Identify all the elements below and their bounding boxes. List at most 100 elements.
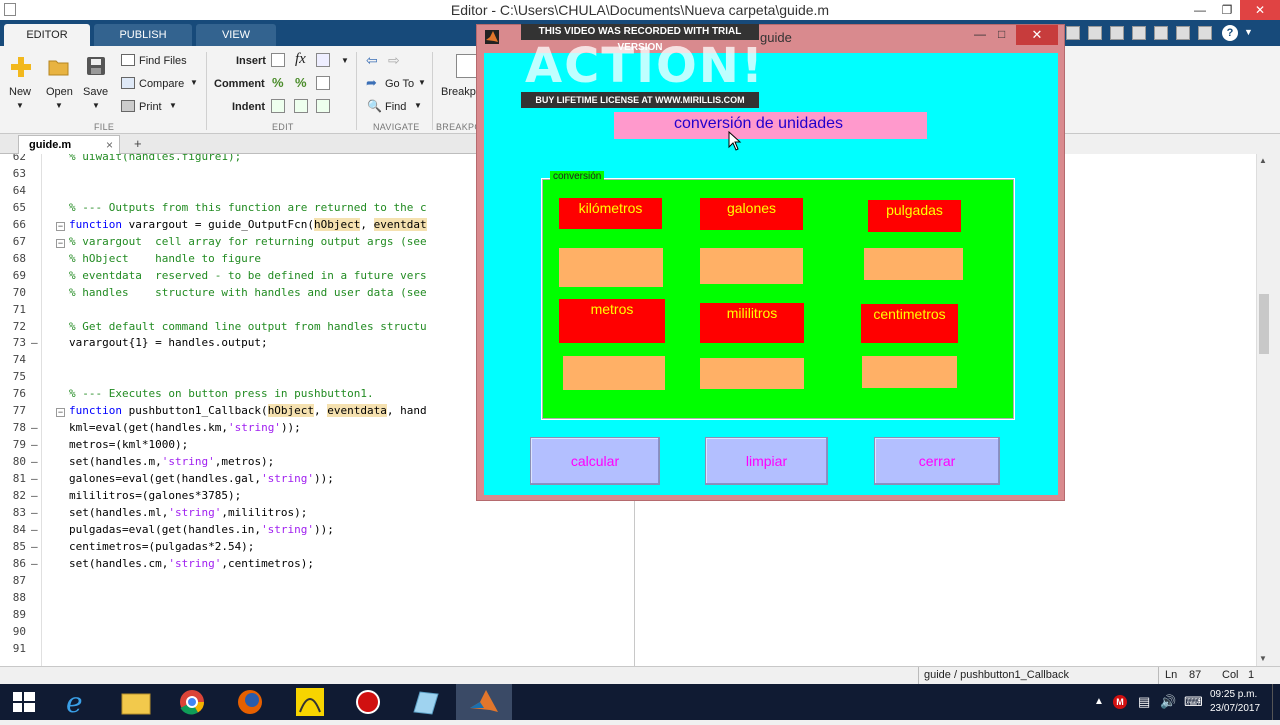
goto-button[interactable]: Go To <box>385 78 414 90</box>
internet-explorer-icon[interactable]: e <box>52 684 108 720</box>
code-line[interactable]: varargout{1} = handles.output; <box>69 336 268 349</box>
editor-vertical-scrollbar[interactable]: ▲ ▼ <box>1256 154 1270 666</box>
output-cm[interactable] <box>862 356 957 388</box>
breakpoint-marker[interactable]: — <box>31 438 38 451</box>
breakpoint-marker[interactable]: — <box>31 472 38 485</box>
close-button[interactable]: ✕ <box>1240 0 1280 20</box>
scrollbar-thumb[interactable] <box>1259 294 1269 354</box>
keyboard-icon[interactable]: ⌨ <box>1184 694 1203 710</box>
compare-dropdown-icon[interactable]: ▼ <box>190 78 198 87</box>
code-line[interactable]: set(handles.m,'string',metros); <box>69 455 274 468</box>
ribbon-dropdown-icon[interactable]: ▼ <box>1244 27 1258 39</box>
tray-expand-icon[interactable]: ▲ <box>1094 696 1104 707</box>
save-dropdown-icon[interactable]: ▼ <box>92 101 100 110</box>
print-dropdown-icon[interactable]: ▼ <box>169 101 177 110</box>
new-dropdown-icon[interactable]: ▼ <box>16 101 24 110</box>
insert-more-icon[interactable] <box>316 53 330 67</box>
back-arrow-icon[interactable]: ⇦ <box>366 52 378 69</box>
open-folder-icon[interactable] <box>48 58 70 76</box>
volume-icon[interactable]: 🔊 <box>1160 694 1176 710</box>
qa-copy-icon[interactable] <box>1110 26 1124 40</box>
new-icon[interactable] <box>10 56 32 78</box>
chrome-icon[interactable] <box>164 684 220 720</box>
qa-undo-icon[interactable] <box>1154 26 1168 40</box>
decrease-indent-icon[interactable] <box>316 99 330 113</box>
find-button[interactable]: Find <box>385 101 406 113</box>
code-line[interactable]: metros=(kml*1000); <box>69 438 188 451</box>
qa-save-icon[interactable] <box>1066 26 1080 40</box>
breakpoint-marker[interactable]: — <box>31 336 38 349</box>
output-ml[interactable] <box>700 358 804 389</box>
indent-button[interactable]: Indent <box>232 101 265 113</box>
breakpoint-marker[interactable]: — <box>31 421 38 434</box>
insert-section-icon[interactable] <box>271 53 285 67</box>
gui-close-button[interactable]: ✕ <box>1016 25 1058 45</box>
new-button[interactable]: New <box>9 86 31 98</box>
qa-redo-icon[interactable] <box>1176 26 1190 40</box>
minimize-button[interactable]: — <box>1185 0 1215 20</box>
close-tab-icon[interactable]: × <box>106 138 113 152</box>
new-tab-icon[interactable]: + <box>134 136 142 151</box>
tab-publish[interactable]: PUBLISH <box>94 24 192 46</box>
smart-indent-icon[interactable] <box>271 99 285 113</box>
qa-cut-icon[interactable] <box>1088 26 1102 40</box>
find-dropdown-icon[interactable]: ▼ <box>414 101 422 110</box>
tab-view[interactable]: VIEW <box>196 24 276 46</box>
insert-dropdown-icon[interactable]: ▼ <box>341 56 349 65</box>
code-line[interactable]: mililitros=(galones*3785); <box>69 489 241 502</box>
forward-arrow-icon[interactable]: ⇨ <box>388 52 400 69</box>
find-files-button[interactable]: Find Files <box>139 55 187 67</box>
code-line[interactable]: kml=eval(get(handles.km,'string')); <box>69 421 301 434</box>
open-dropdown-icon[interactable]: ▼ <box>55 101 63 110</box>
gui-minimize-button[interactable]: — <box>974 27 986 41</box>
code-fold-icon[interactable]: − <box>56 408 65 417</box>
comment-icon[interactable]: % <box>272 75 284 90</box>
code-line[interactable]: set(handles.cm,'string',centimetros); <box>69 557 314 570</box>
code-line[interactable]: % hObject handle to figure <box>69 252 261 265</box>
breakpoint-marker[interactable]: — <box>31 540 38 553</box>
comment-button[interactable]: Comment <box>214 78 265 90</box>
code-line[interactable]: centimetros=(pulgadas*2.54); <box>69 540 254 553</box>
code-line[interactable]: pulgadas=eval(get(handles.in,'string')); <box>69 523 334 536</box>
help-icon[interactable]: ? <box>1222 25 1238 41</box>
tray-recorder-icon[interactable]: M <box>1113 695 1127 709</box>
input-in[interactable] <box>864 248 963 280</box>
start-button[interactable] <box>0 684 56 720</box>
cerrar-button[interactable]: cerrar <box>874 437 1000 485</box>
restore-button[interactable]: ❐ <box>1212 0 1242 20</box>
matlab-icon[interactable] <box>456 684 512 720</box>
code-line[interactable]: % Get default command line output from h… <box>69 320 427 333</box>
code-line[interactable]: % --- Outputs from this function are ret… <box>69 201 427 214</box>
save-button[interactable]: Save <box>83 86 108 98</box>
wrap-comments-icon[interactable] <box>316 76 330 90</box>
tab-editor[interactable]: EDITOR <box>4 24 90 46</box>
code-line[interactable]: % handles structure with handles and use… <box>69 286 427 299</box>
increase-indent-icon[interactable] <box>294 99 308 113</box>
firefox-icon[interactable] <box>222 684 278 720</box>
input-km[interactable] <box>559 248 663 287</box>
breakpoint-marker[interactable]: — <box>31 506 38 519</box>
breakpoint-marker[interactable]: — <box>31 489 38 502</box>
network-icon[interactable]: ▤ <box>1138 694 1150 710</box>
limpiar-button[interactable]: limpiar <box>705 437 828 485</box>
code-fold-icon[interactable]: − <box>56 222 65 231</box>
app-icon[interactable] <box>398 684 454 720</box>
qa-paste-icon[interactable] <box>1132 26 1146 40</box>
save-disk-icon[interactable] <box>86 56 106 76</box>
tray-clock-time[interactable]: 09:25 p.m. <box>1210 689 1257 700</box>
insert-function-icon[interactable]: fx <box>295 51 306 68</box>
qa-switch-windows-icon[interactable] <box>1198 26 1212 40</box>
calcular-button[interactable]: calcular <box>530 437 660 485</box>
file-explorer-icon[interactable] <box>108 684 164 720</box>
code-line[interactable]: function pushbutton1_Callback(hObject, e… <box>69 404 427 417</box>
uncomment-icon[interactable]: % <box>295 75 307 90</box>
code-line[interactable]: % uiwait(handles.figure1); <box>69 154 241 163</box>
code-line[interactable]: set(handles.ml,'string',mililitros); <box>69 506 307 519</box>
output-m[interactable] <box>563 356 665 390</box>
file-tab-guide[interactable]: guide.m × <box>18 135 120 154</box>
code-line[interactable]: % --- Executes on button press in pushbu… <box>69 387 374 400</box>
scroll-up-icon[interactable]: ▲ <box>1259 156 1267 165</box>
print-button[interactable]: Print <box>139 101 162 113</box>
insert-button[interactable]: Insert <box>236 55 266 67</box>
code-line[interactable]: function varargout = guide_OutputFcn(hOb… <box>69 218 427 231</box>
